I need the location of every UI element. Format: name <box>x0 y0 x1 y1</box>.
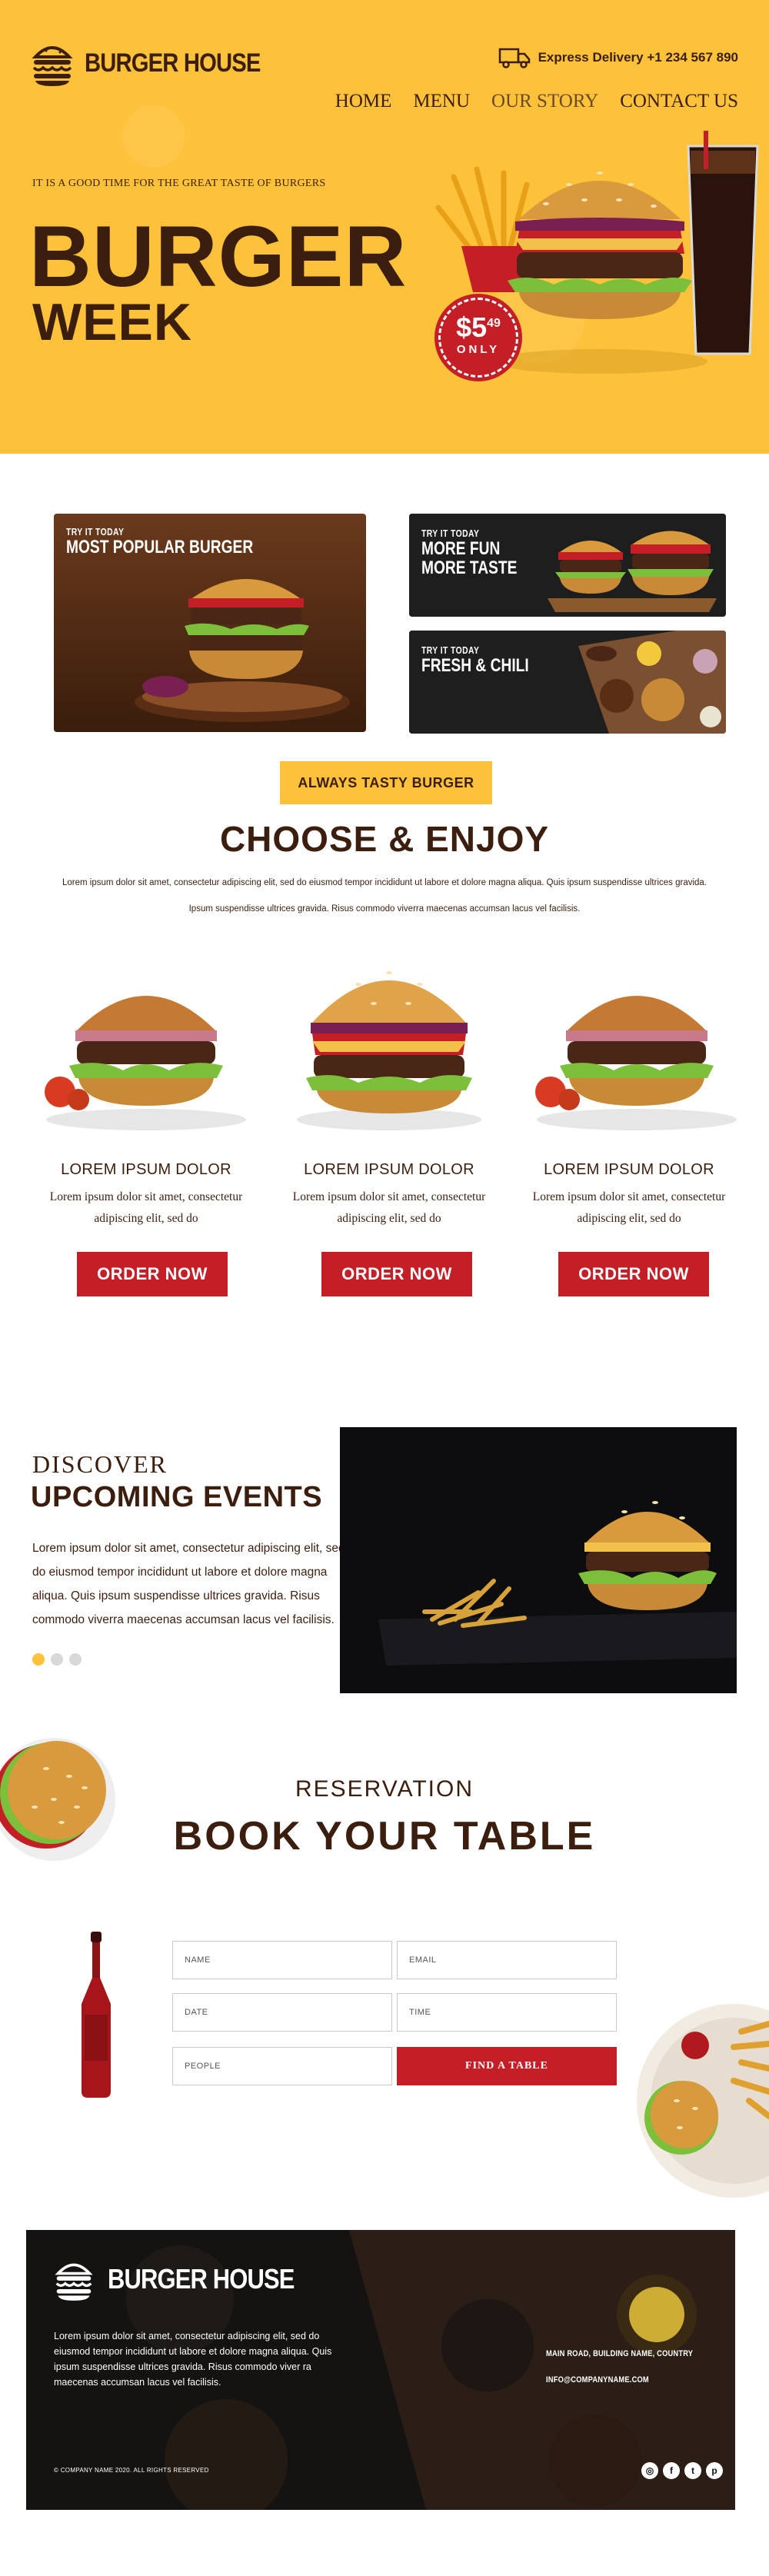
product-card: LOREM IPSUM DOLOR Lorem ipsum dolor sit … <box>514 946 744 1230</box>
footer-description: Lorem ipsum dolor sit amet, consectetur … <box>54 2331 332 2388</box>
social-links: ◎ f t p <box>641 2462 723 2479</box>
people-field[interactable]: PEOPLE <box>172 2047 392 2085</box>
choose-lead-line-2: Ipsum suspendisse ultrices gravida. Risu… <box>188 904 581 914</box>
time-field[interactable]: TIME <box>397 1993 617 2032</box>
product-description: Lorem ipsum dolor sit amet, consectetur … <box>532 1190 726 1225</box>
nav-our-story[interactable]: OUR STORY <box>491 91 598 112</box>
promo-label: TRY IT TODAY MOST POPULAR BURGER <box>66 526 300 557</box>
delivery-truck-icon <box>498 48 530 68</box>
events-slider-dots <box>32 1653 82 1666</box>
name-field[interactable]: NAME <box>172 1941 392 1979</box>
promo-kicker: TRY IT TODAY <box>66 526 125 537</box>
promo-card-more-fun[interactable]: TRY IT TODAY MORE FUN MORE TASTE <box>409 514 726 617</box>
order-now-button[interactable]: ORDER NOW <box>321 1252 472 1296</box>
pinterest-icon[interactable]: p <box>706 2462 723 2479</box>
product-description: Lorem ipsum dolor sit amet, consectetur … <box>49 1190 243 1225</box>
footer-email[interactable]: INFO@COMPANYNAME.COM <box>546 2367 693 2393</box>
price-badge: $549 ONLY <box>438 298 518 378</box>
find-table-button[interactable]: FIND A TABLE <box>397 2047 617 2085</box>
events-kicker: DISCOVER <box>32 1450 168 1478</box>
product-card: LOREM IPSUM DOLOR Lorem ipsum dolor sit … <box>274 946 504 1230</box>
hero-title: BURGER <box>29 208 408 305</box>
burger-logo-icon <box>32 46 73 86</box>
product-name: LOREM IPSUM DOLOR <box>544 1161 714 1178</box>
burger-plate-image <box>637 2004 769 2198</box>
slider-dot[interactable] <box>69 1653 82 1666</box>
brand-name: BURGER HOUSE <box>85 48 261 78</box>
order-now-button[interactable]: ORDER NOW <box>77 1252 228 1296</box>
footer-logo[interactable]: BURGER HOUSE <box>54 2258 325 2301</box>
product-burger-image <box>535 996 737 1130</box>
events-text: Lorem ipsum dolor sit amet, consectetur … <box>32 1542 345 1626</box>
product-name: LOREM IPSUM DOLOR <box>304 1161 474 1178</box>
product-card: LOREM IPSUM DOLOR Lorem ipsum dolor sit … <box>31 946 261 1230</box>
product-description: Lorem ipsum dolor sit amet, consectetur … <box>292 1190 486 1225</box>
delivery-text: Express Delivery +1 234 567 890 <box>538 50 738 65</box>
burger-logo-icon <box>55 2263 93 2301</box>
footer-address: MAIN ROAD, BUILDING NAME, COUNTRY <box>546 2349 694 2358</box>
reservation-kicker: RESERVATION <box>295 1776 474 1802</box>
nav-menu[interactable]: MENU <box>413 91 470 112</box>
price-value: $549 <box>456 311 501 343</box>
promo-headline-line-1: MORE FUN <box>421 538 501 559</box>
slider-dot[interactable] <box>51 1653 63 1666</box>
brand-logo[interactable]: BURGER HOUSE <box>31 40 289 86</box>
product-name: LOREM IPSUM DOLOR <box>61 1161 231 1178</box>
facebook-icon[interactable]: f <box>663 2462 680 2479</box>
promo-kicker: TRY IT TODAY <box>421 644 480 656</box>
delivery-info[interactable]: Express Delivery +1 234 567 890 <box>498 46 738 69</box>
promo-headline-line-2: MORE TASTE <box>421 557 518 579</box>
promo-kicker: TRY IT TODAY <box>421 528 480 539</box>
product-burger-image <box>297 971 481 1130</box>
hero-tagline: IT IS A GOOD TIME FOR THE GREAT TASTE OF… <box>32 178 326 189</box>
events-title: UPCOMING EVENTS <box>31 1481 323 1513</box>
product-burger-image <box>45 996 246 1130</box>
main-nav: HOME MENU OUR STORY CONTACT US <box>335 91 738 112</box>
footer-contact: MAIN ROAD, BUILDING NAME, COUNTRY INFO@C… <box>546 2341 693 2393</box>
promo-card-fresh-chili[interactable]: TRY IT TODAY FRESH & CHILI <box>409 631 726 734</box>
promo-headline: FRESH & CHILI <box>421 655 529 676</box>
promo-label: TRY IT TODAY FRESH & CHILI <box>421 644 556 675</box>
instagram-icon[interactable]: ◎ <box>641 2462 658 2479</box>
always-tasty-badge: ALWAYS TASTY BURGER <box>280 761 492 804</box>
promo-card-most-popular[interactable]: TRY IT TODAY MOST POPULAR BURGER <box>54 514 366 732</box>
hero-subtitle: WEEK <box>32 293 192 351</box>
choose-lead-line-1: Lorem ipsum dolor sit amet, consectetur … <box>62 878 707 887</box>
choose-enjoy-title: CHOOSE & ENJOY <box>219 819 550 859</box>
promo-headline: MOST POPULAR BURGER <box>66 537 254 557</box>
book-table-title: BOOK YOUR TABLE <box>173 1814 596 1859</box>
promo-label: TRY IT TODAY MORE FUN MORE TASTE <box>421 528 541 577</box>
date-field[interactable]: DATE <box>172 1993 392 2032</box>
footer: BURGER HOUSE Lorem ipsum dolor sit amet,… <box>26 2230 735 2510</box>
email-field[interactable]: EMAIL <box>397 1941 617 1979</box>
hero-section: BURGER HOUSE Express Delivery +1 234 567… <box>0 0 769 454</box>
footer-brand-name: BURGER HOUSE <box>108 2263 295 2295</box>
order-now-button[interactable]: ORDER NOW <box>558 1252 709 1296</box>
slider-dot[interactable] <box>32 1653 45 1666</box>
events-burger-image <box>340 1427 737 1693</box>
nav-contact-us[interactable]: CONTACT US <box>620 91 738 112</box>
nav-home[interactable]: HOME <box>335 91 392 112</box>
twitter-icon[interactable]: t <box>684 2462 701 2479</box>
price-only-label: ONLY <box>456 343 501 356</box>
hot-sauce-bottle-image <box>82 1932 111 2098</box>
footer-copyright: © COMPANY NAME 2020. ALL RIGHTS RESERVED <box>54 2467 209 2474</box>
